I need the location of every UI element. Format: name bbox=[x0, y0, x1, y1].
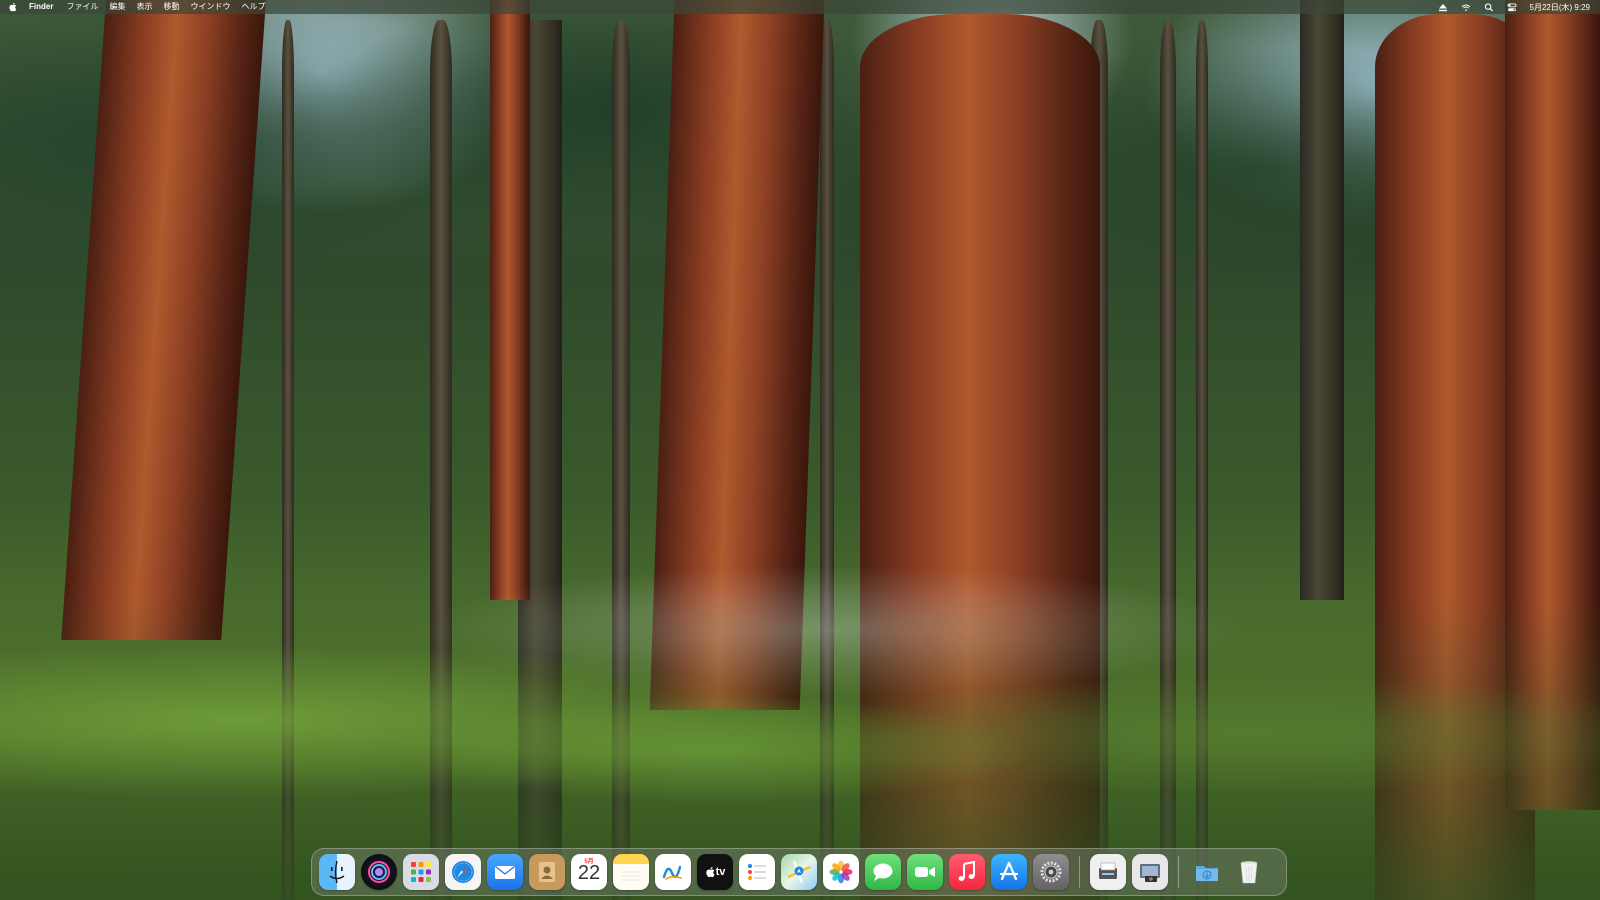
menu-view[interactable]: 表示 bbox=[136, 0, 152, 14]
mail-envelope-icon bbox=[495, 866, 515, 879]
safari-compass-icon bbox=[452, 861, 474, 883]
apple-tv-label: tv bbox=[715, 866, 726, 878]
notes-lines-icon bbox=[622, 871, 640, 881]
menu-app-name[interactable]: Finder bbox=[29, 0, 53, 14]
dock-preview[interactable] bbox=[1090, 854, 1126, 890]
menu-go[interactable]: 移動 bbox=[163, 0, 179, 14]
menu-bar: Finder ファイル 編集 表示 移動 ウインドウ ヘルプ 5月22日(木) … bbox=[0, 0, 1600, 14]
dock: 5月 22 tv bbox=[311, 848, 1287, 896]
facetime-camera-icon bbox=[915, 867, 935, 877]
dock-calendar[interactable]: 5月 22 bbox=[571, 854, 607, 890]
contacts-person-icon bbox=[539, 862, 555, 882]
control-center-icon[interactable] bbox=[1507, 2, 1517, 12]
dock-separator bbox=[1178, 856, 1179, 888]
app-store-a-icon bbox=[999, 861, 1019, 881]
dock-apple-tv[interactable]: tv bbox=[697, 854, 733, 890]
menu-file[interactable]: ファイル bbox=[66, 0, 98, 14]
dock-screenshot[interactable] bbox=[1132, 854, 1168, 890]
dock-launchpad[interactable] bbox=[403, 854, 439, 890]
dock-finder[interactable] bbox=[319, 854, 355, 890]
dock-contacts[interactable] bbox=[529, 854, 565, 890]
spotlight-search-icon[interactable] bbox=[1484, 2, 1494, 12]
reminders-list-icon bbox=[748, 864, 766, 880]
dock-safari[interactable] bbox=[445, 854, 481, 890]
dock-music[interactable] bbox=[949, 854, 985, 890]
siri-orb-icon bbox=[368, 861, 390, 883]
photos-flower-icon bbox=[829, 860, 853, 884]
menu-bar-left: Finder ファイル 編集 表示 移動 ウインドウ ヘルプ bbox=[8, 0, 276, 14]
music-note-icon bbox=[958, 860, 975, 881]
apple-logo-icon[interactable] bbox=[8, 2, 17, 12]
menu-bar-right: 5月22日(木) 9:29 bbox=[1438, 2, 1592, 13]
preview-scanner-icon bbox=[1099, 862, 1117, 879]
menu-edit[interactable]: 編集 bbox=[109, 0, 125, 14]
dock-mail[interactable] bbox=[487, 854, 523, 890]
apple-logo-icon bbox=[705, 867, 715, 878]
dock-photos[interactable] bbox=[823, 854, 859, 890]
menu-help[interactable]: ヘルプ bbox=[241, 0, 265, 14]
calendar-day: 22 bbox=[577, 862, 601, 884]
screenshot-camera-icon bbox=[1140, 864, 1160, 882]
dock-reminders[interactable] bbox=[739, 854, 775, 890]
dock-trash[interactable] bbox=[1231, 854, 1267, 890]
dock-downloads-folder[interactable] bbox=[1189, 854, 1225, 890]
dock-messages[interactable] bbox=[865, 854, 901, 890]
dock-freeform[interactable] bbox=[655, 854, 691, 890]
menu-bar-clock[interactable]: 5月22日(木) 9:29 bbox=[1530, 2, 1590, 13]
dock-notes[interactable] bbox=[613, 854, 649, 890]
gear-icon bbox=[1040, 861, 1062, 883]
desktop-wallpaper bbox=[0, 0, 1600, 900]
dock-facetime[interactable] bbox=[907, 854, 943, 890]
wifi-icon[interactable] bbox=[1461, 3, 1471, 12]
finder-face-icon bbox=[329, 860, 345, 884]
launchpad-grid-icon bbox=[411, 862, 431, 882]
trash-icon bbox=[1240, 861, 1258, 884]
freeform-squiggle-icon bbox=[662, 865, 682, 880]
tree-trunk bbox=[490, 0, 530, 600]
dock-maps[interactable] bbox=[781, 854, 817, 890]
maps-pin-icon bbox=[787, 860, 811, 884]
menu-window[interactable]: ウインドウ bbox=[190, 0, 230, 14]
messages-bubble-icon bbox=[873, 863, 893, 881]
dock-separator bbox=[1079, 856, 1080, 888]
dock-system-settings[interactable] bbox=[1033, 854, 1069, 890]
dock-siri[interactable] bbox=[361, 854, 397, 890]
downloads-folder-icon bbox=[1196, 866, 1218, 881]
eject-icon[interactable] bbox=[1438, 3, 1448, 12]
dock-app-store[interactable] bbox=[991, 854, 1027, 890]
tree-trunk bbox=[1300, 0, 1344, 600]
